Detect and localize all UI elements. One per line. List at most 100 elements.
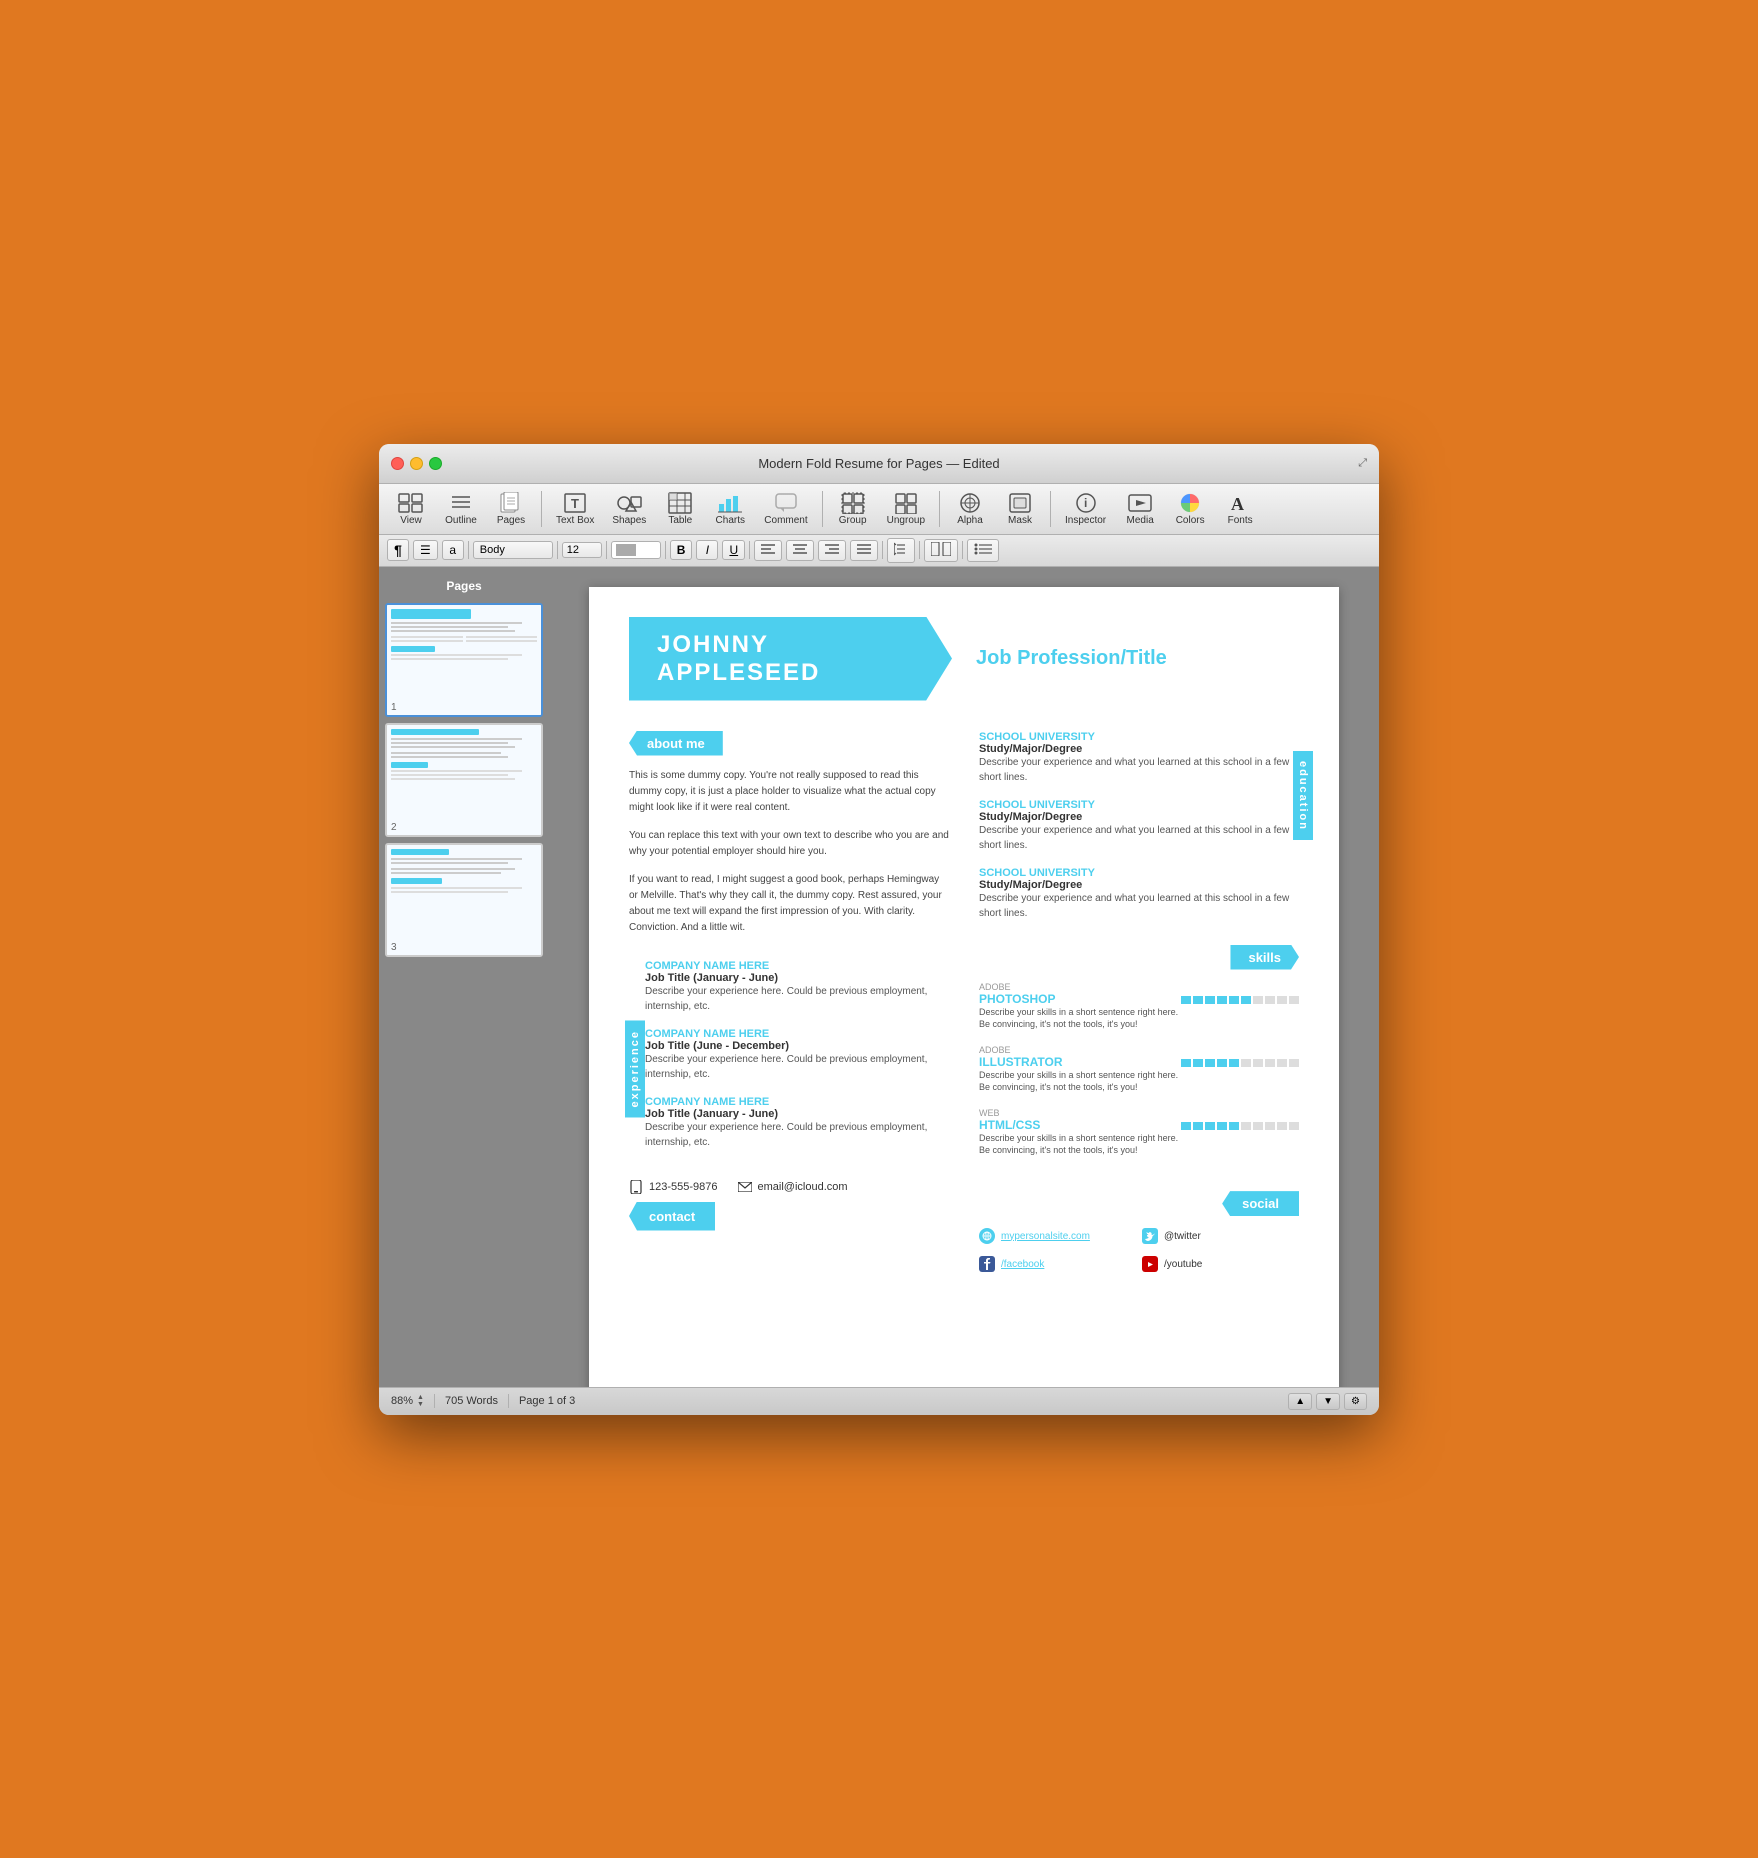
- fonts-label: Fonts: [1228, 515, 1253, 526]
- page-thumb-2[interactable]: 2: [385, 723, 543, 837]
- right-column: education SCHOOL UNIVERSITY Study/Major/…: [979, 731, 1299, 1279]
- toolbar-charts[interactable]: Charts: [706, 488, 754, 530]
- zoom-arrows[interactable]: ▲ ▼: [417, 1394, 424, 1408]
- contact-phone: 123-555-9876: [629, 1180, 718, 1194]
- about-para-2: You can replace this text with your own …: [629, 828, 949, 860]
- list-style-button[interactable]: [967, 539, 999, 562]
- toolbar-group[interactable]: Group: [829, 488, 877, 530]
- font-size-select[interactable]: 12: [562, 542, 602, 558]
- bold-button[interactable]: B: [670, 540, 693, 560]
- social-youtube: /youtube: [1142, 1256, 1299, 1272]
- social-website: mypersonalsite.com: [979, 1228, 1136, 1244]
- align-left-button[interactable]: [754, 540, 782, 561]
- line-spacing-button[interactable]: [887, 538, 915, 563]
- underline-button[interactable]: U: [722, 540, 745, 560]
- scroll-down-button[interactable]: ▼: [1316, 1393, 1340, 1410]
- italic-button[interactable]: I: [696, 540, 718, 560]
- comment-label: Comment: [764, 515, 807, 526]
- align-right-button[interactable]: [818, 540, 846, 561]
- toolbar-ungroup[interactable]: Ungroup: [879, 488, 933, 530]
- facebook-link[interactable]: /facebook: [1001, 1259, 1044, 1270]
- close-button[interactable]: [391, 457, 404, 470]
- expand-icon[interactable]: ⤢: [1358, 457, 1367, 470]
- twitter-link[interactable]: @twitter: [1164, 1231, 1201, 1242]
- toolbar-colors[interactable]: Colors: [1166, 488, 1214, 530]
- pages-label: Pages: [497, 515, 525, 526]
- toolbar-alpha[interactable]: Alpha: [946, 488, 994, 530]
- table-label: Table: [668, 515, 692, 526]
- minimize-button[interactable]: [410, 457, 423, 470]
- font-family-select[interactable]: Body: [473, 541, 553, 559]
- svg-text:i: i: [1084, 496, 1087, 510]
- maximize-button[interactable]: [429, 457, 442, 470]
- traffic-lights[interactable]: [391, 457, 442, 470]
- web-icon: [979, 1228, 995, 1244]
- view-label: View: [400, 515, 422, 526]
- scroll-up-button[interactable]: ▲: [1288, 1393, 1312, 1410]
- toolbar-shapes[interactable]: Shapes: [604, 488, 654, 530]
- columns-button[interactable]: [924, 539, 958, 562]
- main-area: Pages: [379, 567, 1379, 1387]
- skill-htmlcss: WEB HTML/CSS Describe your skills in a s…: [979, 1108, 1299, 1171]
- about-para-3: If you want to read, I might suggest a g…: [629, 872, 949, 936]
- shapes-icon: [615, 492, 643, 514]
- website-link[interactable]: mypersonalsite.com: [1001, 1231, 1090, 1242]
- resume-name: JOHNNY APPLESEED: [657, 631, 930, 687]
- toolbar-inspector[interactable]: i Inspector: [1057, 488, 1114, 530]
- svg-text:A: A: [1231, 494, 1244, 514]
- toolbar-pages[interactable]: Pages: [487, 488, 535, 530]
- mask-icon: [1006, 492, 1034, 514]
- youtube-link[interactable]: /youtube: [1164, 1259, 1202, 1270]
- view-icon: [397, 492, 425, 514]
- toolbar-view[interactable]: View: [387, 488, 435, 530]
- page-thumb-3[interactable]: 3: [385, 843, 543, 957]
- toolbar-textbox[interactable]: T Text Box: [548, 488, 602, 530]
- experience-vertical-tag: experience: [625, 1020, 645, 1117]
- experience-entry-3: COMPANY NAME HERE Job Title (January - J…: [645, 1096, 949, 1150]
- format-divider-2: [557, 541, 558, 559]
- youtube-icon: [1142, 1256, 1158, 1272]
- page-panel: Pages: [379, 567, 549, 1387]
- pages-panel-title: Pages: [385, 575, 543, 597]
- align-justify-button[interactable]: [850, 540, 878, 561]
- group-icon: [839, 492, 867, 514]
- toolbar-mask[interactable]: Mask: [996, 488, 1044, 530]
- social-section: social mypersonalsite.com: [979, 1191, 1299, 1278]
- word-count-value: 705 Words: [445, 1395, 498, 1407]
- media-icon: [1126, 492, 1154, 514]
- page-num-1: 1: [391, 702, 397, 713]
- text-style-button[interactable]: a: [442, 540, 464, 560]
- toolbar-divider-2: [822, 491, 823, 527]
- zoom-control[interactable]: 88% ▲ ▼: [391, 1394, 424, 1408]
- experience-section: experience COMPANY NAME HERE Job Title (…: [629, 960, 949, 1150]
- status-bar: 88% ▲ ▼ 705 Words Page 1 of 3 ▲ ▼ ⚙: [379, 1387, 1379, 1415]
- page-thumb-1[interactable]: 1: [385, 603, 543, 717]
- format-divider-7: [919, 541, 920, 559]
- svg-text:T: T: [571, 496, 579, 511]
- toolbar-comment[interactable]: Comment: [756, 488, 815, 530]
- social-tag: social: [1222, 1191, 1299, 1216]
- settings-button[interactable]: ⚙: [1344, 1393, 1367, 1410]
- paragraph-button[interactable]: ¶: [387, 539, 409, 561]
- list-button[interactable]: ☰: [413, 540, 438, 560]
- alpha-icon: [956, 492, 984, 514]
- resume-job-title: Job Profession/Title: [976, 647, 1167, 670]
- align-center-button[interactable]: [786, 540, 814, 561]
- page-num-3: 3: [391, 942, 397, 953]
- education-vertical-tag: education: [1293, 751, 1313, 841]
- textbox-label: Text Box: [556, 515, 594, 526]
- font-color-select[interactable]: [611, 541, 661, 559]
- colors-label: Colors: [1176, 515, 1205, 526]
- textbox-icon: T: [561, 492, 589, 514]
- facebook-icon: [979, 1256, 995, 1272]
- toolbar-media[interactable]: Media: [1116, 488, 1164, 530]
- toolbar-fonts[interactable]: A Fonts: [1216, 488, 1264, 530]
- outline-icon: [447, 492, 475, 514]
- social-twitter: @twitter: [1142, 1228, 1299, 1244]
- social-facebook: /facebook: [979, 1256, 1136, 1272]
- toolbar-divider-1: [541, 491, 542, 527]
- document-canvas[interactable]: JOHNNY APPLESEED Job Profession/Title ab…: [549, 567, 1379, 1387]
- toolbar-outline[interactable]: Outline: [437, 488, 485, 530]
- toolbar-table[interactable]: Table: [656, 488, 704, 530]
- inspector-icon: i: [1072, 492, 1100, 514]
